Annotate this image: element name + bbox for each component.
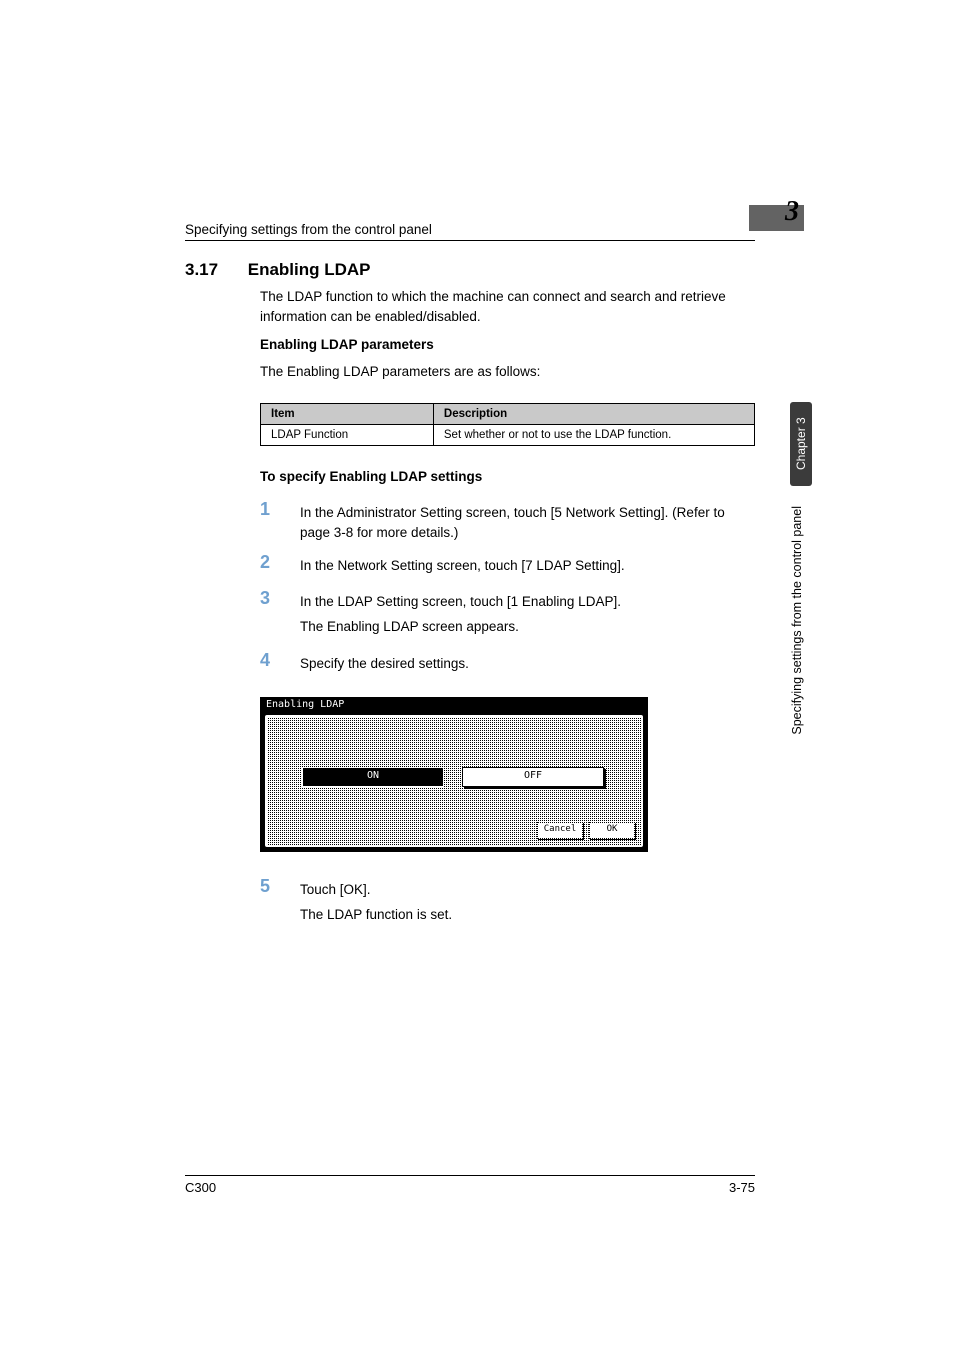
chapter-number: 3	[785, 196, 799, 228]
running-header-text: Specifying settings from the control pan…	[185, 222, 432, 237]
table-header-row: Item Description	[261, 404, 755, 425]
table-cell-desc: Set whether or not to use the LDAP funct…	[433, 425, 754, 446]
step-number: 2	[260, 552, 270, 573]
footer-model: C300	[185, 1180, 216, 1195]
screenshot-body: ON OFF Cancel OK	[265, 715, 643, 847]
screenshot-title: Enabling LDAP	[266, 699, 344, 710]
on-button[interactable]: ON	[302, 767, 444, 787]
section-number: 3.17	[185, 260, 243, 280]
off-button[interactable]: OFF	[462, 767, 604, 787]
ok-button[interactable]: OK	[589, 822, 635, 839]
page-footer: C300 3-75	[185, 1175, 755, 1195]
running-header: Specifying settings from the control pan…	[185, 222, 755, 241]
section-heading: 3.17 Enabling LDAP	[185, 260, 371, 280]
step-text: In the LDAP Setting screen, touch [1 Ena…	[300, 592, 755, 612]
step-number: 3	[260, 588, 270, 609]
table-cell-item: LDAP Function	[261, 425, 434, 446]
step-subtext: The LDAP function is set.	[300, 905, 755, 925]
parameters-lead: The Enabling LDAP parameters are as foll…	[260, 362, 755, 382]
section-title: Enabling LDAP	[248, 260, 371, 279]
side-chapter-tab: Chapter 3	[790, 402, 812, 486]
cancel-button[interactable]: Cancel	[537, 822, 583, 839]
device-screenshot: Enabling LDAP ON OFF Cancel OK	[260, 697, 648, 852]
step-number: 1	[260, 499, 270, 520]
step-text: Specify the desired settings.	[300, 654, 755, 674]
table-header-desc: Description	[433, 404, 754, 425]
footer-page-number: 3-75	[729, 1180, 755, 1195]
section-intro: The LDAP function to which the machine c…	[260, 287, 755, 326]
step-number: 4	[260, 650, 270, 671]
step-text: Touch [OK].	[300, 880, 755, 900]
step-number: 5	[260, 876, 270, 897]
procedure-heading: To specify Enabling LDAP settings	[260, 469, 482, 484]
side-running-label: Specifying settings from the control pan…	[790, 506, 812, 735]
table-row: LDAP Function Set whether or not to use …	[261, 425, 755, 446]
table-header-item: Item	[261, 404, 434, 425]
parameters-table: Item Description LDAP Function Set wheth…	[260, 403, 755, 446]
step-text: In the Network Setting screen, touch [7 …	[300, 556, 755, 576]
parameters-heading: Enabling LDAP parameters	[260, 337, 434, 352]
step-subtext: The Enabling LDAP screen appears.	[300, 617, 755, 637]
step-text: In the Administrator Setting screen, tou…	[300, 503, 755, 542]
